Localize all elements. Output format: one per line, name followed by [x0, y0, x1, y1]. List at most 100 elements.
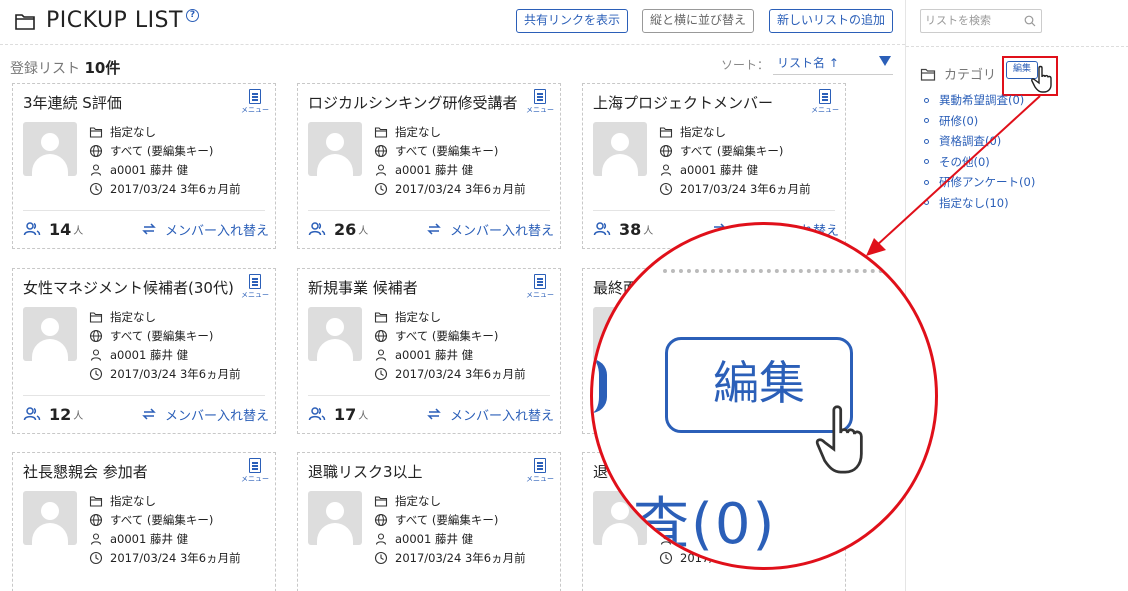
card-menu-button[interactable]: メニュー: [811, 458, 839, 484]
category-title: カテゴリ: [944, 68, 997, 83]
globe-icon: [89, 329, 103, 342]
add-list-button[interactable]: 新しいリストの追加: [769, 9, 893, 33]
category-item[interactable]: その他(0): [924, 152, 1035, 173]
swap-members-button[interactable]: メンバー入れ替え: [711, 220, 839, 239]
list-card[interactable]: ロジカルシンキング研修受講者 メニュー 指定なし すべて (要編集キー) a00…: [297, 83, 561, 249]
user-icon: [90, 163, 102, 176]
card-menu-button[interactable]: メニュー: [811, 274, 839, 300]
swap-members-button[interactable]: メンバー入れ替え: [141, 405, 269, 424]
menu-label: メニュー: [811, 106, 839, 114]
category-label: 研修(0): [939, 113, 979, 128]
card-owner: a0001 藤井 健: [395, 162, 474, 177]
globe-icon: [89, 513, 103, 526]
dropdown-arrow-icon: [879, 56, 891, 66]
show-share-link-button[interactable]: 共有リンクを表示: [516, 9, 628, 33]
avatar: [23, 122, 77, 176]
list-card[interactable]: 新規事業 候補者 メニュー 指定なし すべて (要編集キー) a0001 藤井 …: [297, 268, 561, 434]
card-menu-button[interactable]: メニュー: [241, 274, 269, 300]
card-owner-row: a0001 藤井 健: [374, 160, 526, 179]
category-item[interactable]: 指定なし(10): [924, 193, 1035, 214]
card-date: 2017/03/24 3年6ヵ月前: [110, 550, 241, 565]
list-card[interactable]: 上海プロジェクトメンバー メニュー 指定なし すべて (要編集キー) a0001…: [582, 83, 846, 249]
swap-members-button[interactable]: メンバー入れ替え: [141, 220, 269, 239]
card-title[interactable]: 上海プロジェクトメンバー: [593, 92, 773, 113]
member-count: 14 人: [23, 220, 83, 239]
list-card[interactable]: 退 メニュー 2017/0: [582, 452, 846, 591]
list-card[interactable]: 女性マネジメント候補者(30代) メニュー 指定なし すべて (要編集キー) a…: [12, 268, 276, 434]
card-access-row: すべて (要編集キー): [374, 141, 526, 160]
globe-icon: [89, 144, 103, 157]
card-title[interactable]: 女性マネジメント候補者(30代): [23, 277, 234, 298]
member-count-unit: 人: [621, 410, 631, 422]
card-title[interactable]: 3年連続 S評価: [23, 92, 122, 113]
list-card[interactable]: 最終面 メニュー 人 メンバー入れ替え: [582, 268, 846, 434]
clock-icon: [89, 182, 103, 195]
list-card[interactable]: 社長懇親会 参加者 メニュー 指定なし すべて (要編集キー) a0001 藤井…: [12, 452, 276, 591]
sort-label: ソート：: [720, 57, 769, 72]
globe-icon: [659, 329, 673, 342]
card-info: 2017/0: [659, 491, 720, 567]
list-search-input[interactable]: リストを検索: [920, 9, 1042, 33]
card-owner: a0001 藤井 健: [395, 531, 474, 546]
swap-members-button[interactable]: メンバー入れ替え: [426, 220, 554, 239]
card-info: 指定なし すべて (要編集キー) a0001 藤井 健 2017/03/24 3…: [374, 491, 526, 567]
card-title[interactable]: 退: [593, 461, 608, 482]
category-label: 資格調査(0): [939, 134, 1002, 149]
member-count-unit: 人: [73, 225, 84, 237]
list-card[interactable]: 退職リスク3以上 メニュー 指定なし すべて (要編集キー) a0001 藤井 …: [297, 452, 561, 591]
avatar-head: [326, 318, 344, 336]
card-date: 2017/03/24 3年6ヵ月前: [395, 550, 526, 565]
member-count-unit: 人: [643, 225, 654, 237]
swap-members-label: メンバー入れ替え: [449, 223, 554, 239]
main-area: PICKUP LIST ? 共有リンクを表示 縦と横に並び替え 新しいリストの追…: [0, 0, 905, 591]
card-separator: [23, 395, 265, 396]
folder-icon: [659, 495, 673, 507]
menu-doc-icon: [534, 274, 546, 289]
avatar: [23, 307, 77, 361]
category-item[interactable]: 異動希望調査(0): [924, 90, 1035, 111]
menu-doc-icon: [819, 274, 831, 289]
card-menu-button[interactable]: メニュー: [526, 458, 554, 484]
avatar-head: [611, 502, 629, 520]
list-card[interactable]: 3年連続 S評価 メニュー 指定なし すべて (要編集キー) a0001 藤井 …: [12, 83, 276, 249]
member-count-value: 17: [334, 404, 357, 424]
arrange-button[interactable]: 縦と横に並び替え: [642, 9, 754, 33]
category-header: カテゴリ: [920, 64, 996, 83]
search-icon[interactable]: [1024, 15, 1036, 27]
swap-members-label: メンバー入れ替え: [164, 223, 269, 239]
card-menu-button[interactable]: メニュー: [526, 89, 554, 115]
menu-label: メニュー: [811, 291, 839, 299]
avatar: [308, 491, 362, 545]
sort-select[interactable]: リスト名 ↑: [773, 53, 893, 75]
card-menu-button[interactable]: メニュー: [526, 274, 554, 300]
card-folder-row: [659, 491, 720, 510]
card-access: すべて (要編集キー): [395, 328, 499, 343]
card-owner-row: a0001 藤井 健: [659, 160, 811, 179]
clock-icon: [659, 551, 673, 564]
card-owner-row: [659, 345, 680, 364]
card-date: 2017/0: [680, 550, 721, 565]
card-menu-button[interactable]: メニュー: [241, 458, 269, 484]
card-menu-button[interactable]: メニュー: [241, 89, 269, 115]
card-date: 2017/03/24 3年6ヵ月前: [395, 181, 526, 196]
help-icon[interactable]: ?: [185, 9, 199, 22]
swap-members-button[interactable]: メンバー入れ替え: [426, 405, 554, 424]
swap-members-button[interactable]: メンバー入れ替え: [711, 405, 839, 424]
header-divider: [0, 44, 905, 45]
card-title[interactable]: 最終面: [593, 277, 638, 298]
card-owner: a0001 藤井 健: [110, 531, 189, 546]
card-title[interactable]: 新規事業 候補者: [308, 277, 418, 298]
card-menu-button[interactable]: メニュー: [811, 89, 839, 115]
card-info: 指定なし すべて (要編集キー) a0001 藤井 健 2017/03/24 3…: [374, 122, 526, 198]
card-folder-row: [659, 307, 680, 326]
user-icon: [375, 163, 387, 176]
member-count: 38 人: [593, 220, 653, 239]
card-title[interactable]: 退職リスク3以上: [308, 461, 423, 482]
category-item[interactable]: 研修アンケート(0): [924, 172, 1035, 193]
category-list: 異動希望調査(0) 研修(0) 資格調査(0) その他(0) 研修アンケート(0) 指定な…: [924, 90, 1035, 213]
card-title[interactable]: ロジカルシンキング研修受講者: [308, 92, 518, 113]
avatar: [23, 491, 77, 545]
category-item[interactable]: 研修(0): [924, 111, 1035, 132]
category-item[interactable]: 資格調査(0): [924, 131, 1035, 152]
card-title[interactable]: 社長懇親会 参加者: [23, 461, 148, 482]
